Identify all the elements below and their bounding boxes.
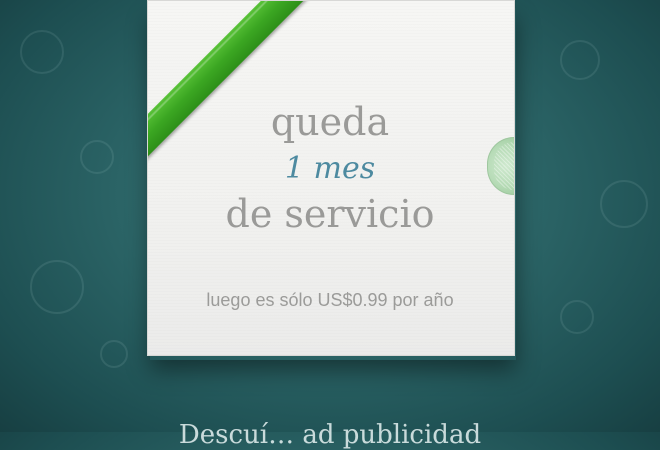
footer-text: Descuí… ad publicidad [178, 420, 482, 450]
price-subtext: luego es sólo US$0.99 por año [206, 290, 454, 310]
remaining-label: queda [270, 100, 390, 144]
service-label: de servicio [225, 192, 435, 236]
remaining-duration: 1 mes [284, 151, 376, 186]
